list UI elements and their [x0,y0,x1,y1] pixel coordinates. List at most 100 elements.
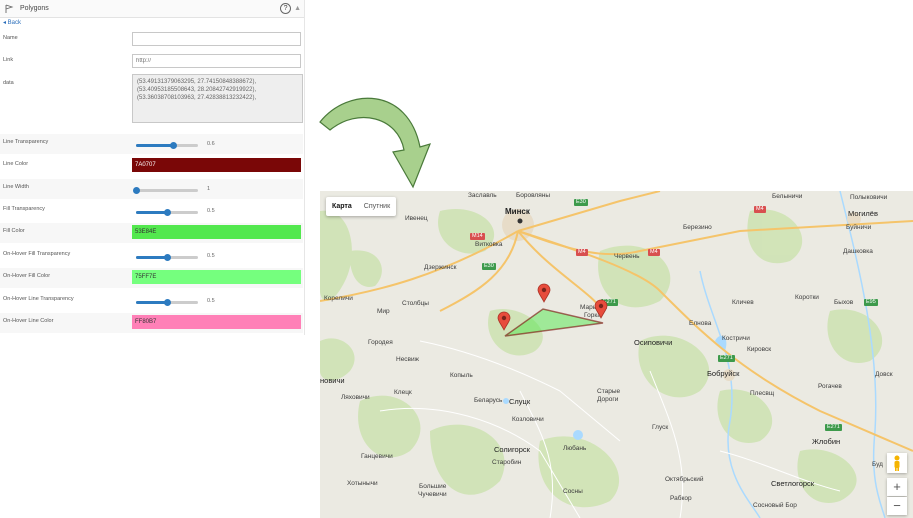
map-view[interactable]: Заславль Боровляны Белыничи Полыковичи М… [320,191,913,518]
map-label-zaslavl: Заславль [468,192,497,199]
map-label-rabkor: Рабкор [670,495,692,502]
slider-handle[interactable] [133,187,140,194]
map-label-novovichi: новичи [320,376,345,385]
hover-fill-transparency-row: On-Hover Fill Transparency 0.5 [0,246,303,266]
map-label-nesvizh: Несвиж [396,356,419,363]
map-label-mogilev: Могилёв [848,209,878,218]
map-label-berezino: Березино [683,224,712,231]
panel-header: Polygons ? ▲ [0,0,304,18]
line-transparency-label: Line Transparency [3,139,49,145]
zoom-out-button[interactable]: − [887,497,907,515]
map-label-klichev: Кличев [732,299,754,306]
data-label: data [3,80,14,86]
fill-color-label: Fill Color [3,228,25,234]
map-label-korelichi: Кореличи [324,295,353,302]
slider-handle[interactable] [170,142,178,149]
map-label-gorodeya: Городея [368,339,393,346]
map-label-svetlogorsk: Светлогорск [771,479,815,488]
link-row: Link [0,52,303,70]
hover-fill-color-input[interactable]: 75FF7E [132,270,301,284]
road-shield: E95 [864,299,878,306]
line-width-row: Line Width 1 [0,179,303,199]
map-pin-icon[interactable] [497,311,511,331]
polygon-settings-panel: Polygons ? ▲ ◂ Back Name Link data (53.4… [0,0,305,335]
line-color-row: Line Color 7A0707 [0,156,303,176]
hover-fill-transparency-slider[interactable] [136,254,198,261]
tab-map[interactable]: Карта [326,197,358,216]
map-label-starye-dorogi-2: Дороги [597,396,619,403]
map-label-lyakhovichi: Ляховичи [341,394,370,401]
map-pin-icon[interactable] [537,283,551,303]
zoom-in-button[interactable]: + [887,478,907,496]
fill-transparency-slider[interactable] [136,209,198,216]
map-label-buda: Буд [872,461,883,468]
help-icon[interactable]: ? [280,3,292,14]
map-pin-icon[interactable] [594,299,608,319]
map-label-mir: Мир [377,308,390,315]
map-label-vitkovka: Витковка [475,241,503,248]
map-label-kletsk: Клецк [394,389,412,396]
tab-satellite[interactable]: Спутник [358,197,396,216]
map-label-polykovichi: Полыковичи [850,194,888,201]
map-label-belaruss: Беларусь [474,397,503,404]
hover-line-transparency-row: On-Hover Line Transparency 0.5 [0,291,303,311]
map-label-yelnovo: Елнова [689,320,712,327]
data-line: (53.36038708103963, 27.42838813232422), [137,95,257,101]
line-color-input[interactable]: 7A0707 [132,158,301,172]
hover-fill-color-label: On-Hover Fill Color [3,273,51,279]
road-shield: M4 [648,249,660,256]
street-view-pegman-icon[interactable] [887,453,907,473]
map-label-ivenets: Ивенец [405,215,428,222]
map-label-bykhov: Быхов [834,299,854,306]
map-label-belynichi: Белыничи [772,193,803,200]
collapse-icon[interactable]: ▲ [294,5,301,12]
data-textarea[interactable]: (53.49131379063295, 27.74150848388672), … [132,74,303,123]
hover-fill-transparency-value: 0.5 [207,253,215,259]
map-label-sosny: Сосны [563,488,583,495]
line-width-slider[interactable] [133,187,198,194]
map-label-kozlovichi: Козловичи [512,416,544,423]
line-width-label: Line Width [3,184,29,190]
panel-title: Polygons [20,5,49,12]
fill-transparency-value: 0.5 [207,208,215,214]
hover-line-transparency-value: 0.5 [207,298,215,304]
road-shield: E271 [718,355,735,362]
map-label-zhlobin: Жлобин [812,437,841,446]
fill-transparency-row: Fill Transparency 0.5 [0,201,303,221]
line-color-label: Line Color [3,161,29,167]
hover-line-transparency-slider[interactable] [136,299,198,306]
road-shield: E271 [825,424,842,431]
link-input[interactable] [132,54,301,68]
slider-handle[interactable] [164,299,171,306]
map-label-gantsevichi: Ганцевичи [361,453,393,460]
name-row: Name [0,30,303,48]
hover-line-transparency-label: On-Hover Line Transparency [3,296,74,302]
map-label-rogachev: Рогачев [818,383,842,390]
hover-fill-color-row: On-Hover Fill Color 75FF7E [0,268,303,288]
line-transparency-row: Line Transparency 0.6 [0,134,303,154]
road-shield: E30 [574,199,588,206]
map-label-khotynichi: Хотынычи [347,480,378,487]
back-link[interactable]: ◂ Back [0,18,304,28]
line-transparency-slider[interactable] [136,142,198,149]
map-label-sosnovy-bor: Сосновый Бор [753,502,797,509]
data-line: (53.40953185508643, 28.20842742919922), [137,87,257,93]
map-label-oktyabrskiy: Октябрьский [665,476,704,483]
map-label-slutsk: Слуцк [509,397,531,406]
map-type-control: Карта Спутник [326,197,397,216]
link-label: Link [3,57,14,63]
hover-fill-transparency-label: On-Hover Fill Transparency [3,251,71,257]
map-label-dashkovka: Дашковка [843,248,873,255]
map-label-kostrichi: Костричи [722,335,750,342]
map-label-starobin: Старобин [492,459,522,466]
hover-line-color-input[interactable]: FF80B7 [132,315,301,329]
slider-handle[interactable] [164,254,171,261]
name-input[interactable] [132,32,301,46]
map-label-bolshie-chuchevichi-2: Чучевичи [418,491,447,498]
fill-color-input[interactable]: 53E84E [132,225,301,239]
map-label-minsk: Минск [505,207,530,216]
slider-handle[interactable] [164,209,171,216]
map-label-borovlyany: Боровляны [516,192,550,199]
data-line: (53.49131379063295, 27.74150848388672), [137,79,257,85]
map-label-soligorsk: Солигорск [494,445,530,454]
